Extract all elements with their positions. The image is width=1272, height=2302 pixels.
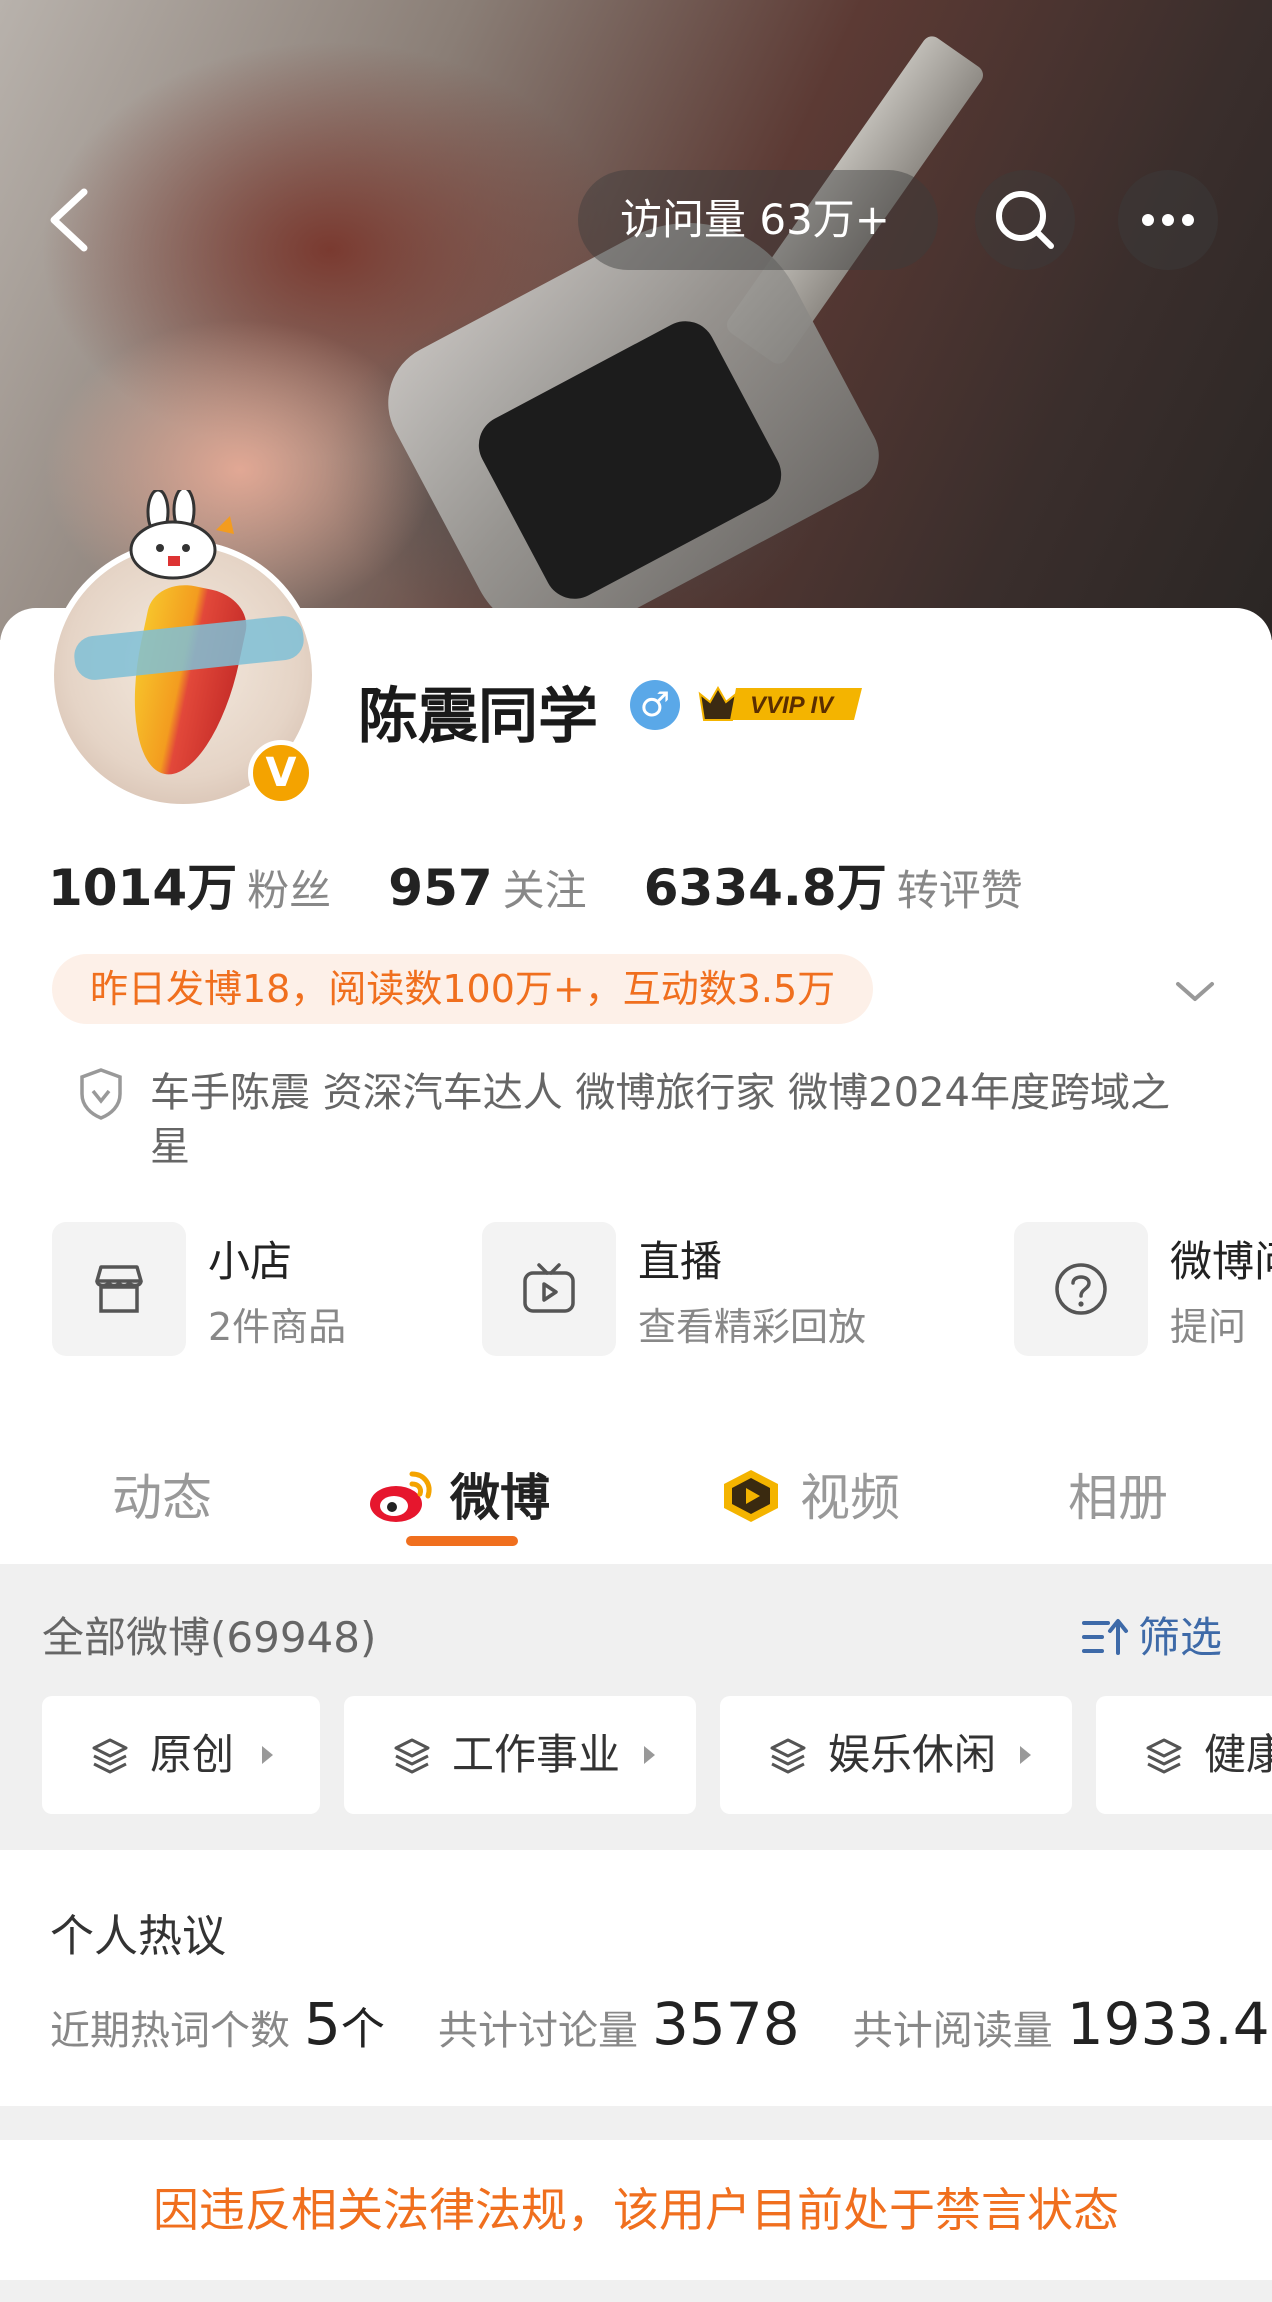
- stat-value: 957: [388, 859, 493, 917]
- top-bar: 访问量 63万+: [0, 160, 1272, 280]
- service-subtitle: 提问: [1170, 1305, 1247, 1349]
- stat-label: 关注: [502, 866, 587, 915]
- hot-stat-keywords: 近期热词个数 5个: [50, 1990, 385, 2058]
- hot-stat-label: 共计阅读量: [852, 2008, 1053, 2054]
- filter-button[interactable]: 筛选: [1080, 1604, 1222, 1665]
- shield-check-icon: [80, 1068, 122, 1120]
- more-dots-icon: [1142, 214, 1194, 226]
- tab-dynamics[interactable]: 动态: [112, 1458, 212, 1530]
- bio-text: 车手陈震 资深汽车达人 微博旅行家 微博2024年度跨域之星: [150, 1070, 1170, 1170]
- stat-label: 转评赞: [896, 866, 1023, 915]
- activity-summary-pill[interactable]: 昨日发博18，阅读数100万+，互动数3.5万: [52, 954, 874, 1024]
- hot-stat-value: 3578: [652, 1990, 800, 2058]
- question-icon: [1055, 1263, 1107, 1315]
- chip-label: 原创: [150, 1730, 235, 1779]
- verified-badge: V: [248, 740, 314, 806]
- chip-label: 工作事业: [452, 1730, 621, 1779]
- service-shop[interactable]: 小店 2件商品: [52, 1222, 482, 1356]
- hot-stat-reads: 共计阅读量 1933.4: [853, 1990, 1270, 2058]
- chevron-down-icon: [1176, 982, 1214, 1001]
- service-title: 直播: [638, 1237, 723, 1286]
- feed-filter-area: 全部微博(69948) 筛选 原创 工作事业 娱乐休闲 健康: [0, 1564, 1272, 1850]
- layers-icon: [770, 1738, 806, 1774]
- hot-discussion-title: 个人热议: [50, 1911, 226, 1962]
- service-icon-box: [482, 1222, 616, 1356]
- male-gender-icon: ♂: [630, 680, 680, 730]
- vvip-badge[interactable]: VVIP IV: [696, 680, 866, 726]
- visit-count-pill[interactable]: 访问量 63万+: [578, 170, 938, 270]
- chevron-left-icon: [50, 188, 88, 252]
- profile-stats: 1014万 粉丝 957 关注 6334.8万 转评赞: [48, 848, 1075, 917]
- avatar-carrot-shape: [115, 577, 253, 785]
- stat-following[interactable]: 957 关注: [388, 857, 586, 918]
- banned-notice: 因违反相关法律法规，该用户目前处于禁言状态: [0, 2140, 1272, 2280]
- chip-health[interactable]: 健康: [1096, 1696, 1272, 1814]
- chip-arrow-icon: [262, 1746, 273, 1764]
- stat-likes[interactable]: 6334.8万 转评赞: [644, 848, 1023, 920]
- service-subtitle: 2件商品: [208, 1305, 347, 1349]
- hot-stat-value: 5: [304, 1990, 341, 2058]
- chip-work[interactable]: 工作事业: [344, 1696, 696, 1814]
- chip-label: 健康: [1204, 1730, 1272, 1779]
- more-button[interactable]: [1118, 170, 1218, 270]
- live-tv-icon: [523, 1263, 575, 1313]
- bottom-divider: [0, 2280, 1272, 2302]
- hot-discussion-stats: 近期热词个数 5个 共计讨论量 3578 共计阅读量 1933.4: [50, 1990, 1272, 2058]
- weibo-logo-icon: [370, 1471, 432, 1522]
- layers-icon: [92, 1738, 128, 1774]
- back-button[interactable]: [40, 180, 100, 260]
- service-weibo-ask[interactable]: 微博问 提问: [1014, 1222, 1272, 1356]
- hot-discussion-section[interactable]: 个人热议 近期热词个数 5个 共计讨论量 3578 共计阅读量 1933.4: [0, 1850, 1272, 2106]
- active-tab-indicator: [406, 1536, 518, 1546]
- tab-weibo[interactable]: 微博: [366, 1458, 550, 1532]
- service-subtitle: 查看精彩回放: [638, 1305, 867, 1349]
- all-posts-count: 全部微博(69948): [42, 1613, 377, 1662]
- hot-stat-label: 共计讨论量: [438, 2008, 638, 2054]
- stat-value: 1014万: [48, 859, 238, 917]
- expand-button[interactable]: [1170, 966, 1220, 1016]
- tab-label: 视频: [800, 1469, 900, 1527]
- service-icon-box: [52, 1222, 186, 1356]
- service-icon-box: [1014, 1222, 1148, 1356]
- tab-album[interactable]: 相册: [1068, 1458, 1168, 1530]
- chip-arrow-icon: [644, 1746, 655, 1764]
- tab-video[interactable]: 视频: [716, 1458, 900, 1532]
- filter-label: 筛选: [1138, 1613, 1223, 1662]
- service-live[interactable]: 直播 查看精彩回放: [482, 1222, 912, 1356]
- profile-name: 陈震同学: [358, 682, 598, 752]
- avatar-wrapper[interactable]: V: [48, 490, 318, 810]
- filter-sort-icon: [1082, 1618, 1128, 1655]
- hot-stat-unit: 个: [340, 2004, 385, 2055]
- chip-label: 娱乐休闲: [828, 1730, 997, 1779]
- search-icon: [996, 191, 1054, 249]
- store-icon: [95, 1265, 143, 1313]
- hot-stat-label: 近期热词个数: [50, 2008, 290, 2054]
- layers-icon: [1146, 1738, 1182, 1774]
- profile-tabs: 动态 微博 视频 相册: [0, 1440, 1272, 1550]
- layers-icon: [394, 1738, 430, 1774]
- video-badge-icon: [724, 1469, 778, 1522]
- service-title: 微博问: [1170, 1237, 1272, 1286]
- stat-followers[interactable]: 1014万 粉丝: [48, 848, 331, 920]
- tab-label: 动态: [112, 1469, 212, 1527]
- search-button[interactable]: [975, 170, 1075, 270]
- category-chips: 原创 工作事业 娱乐休闲 健康: [42, 1696, 1272, 1814]
- tab-label: 微博: [450, 1469, 550, 1527]
- hot-stat-discussions: 共计讨论量 3578: [438, 1990, 800, 2058]
- chip-original[interactable]: 原创: [42, 1696, 320, 1814]
- bunny-decoration-icon: [129, 490, 234, 580]
- service-shortcuts: 小店 2件商品 直播 查看精彩回放 微博问 提问: [52, 1222, 1272, 1356]
- section-divider: [0, 2106, 1272, 2140]
- vvip-label: VVIP IV: [750, 692, 835, 719]
- hot-stat-value: 1933.4: [1066, 1990, 1270, 2058]
- stat-value: 6334.8万: [643, 859, 887, 917]
- tab-label: 相册: [1068, 1469, 1168, 1527]
- stat-label: 粉丝: [247, 866, 332, 915]
- chip-arrow-icon: [1020, 1746, 1031, 1764]
- chip-entertainment[interactable]: 娱乐休闲: [720, 1696, 1072, 1814]
- service-title: 小店: [208, 1237, 293, 1286]
